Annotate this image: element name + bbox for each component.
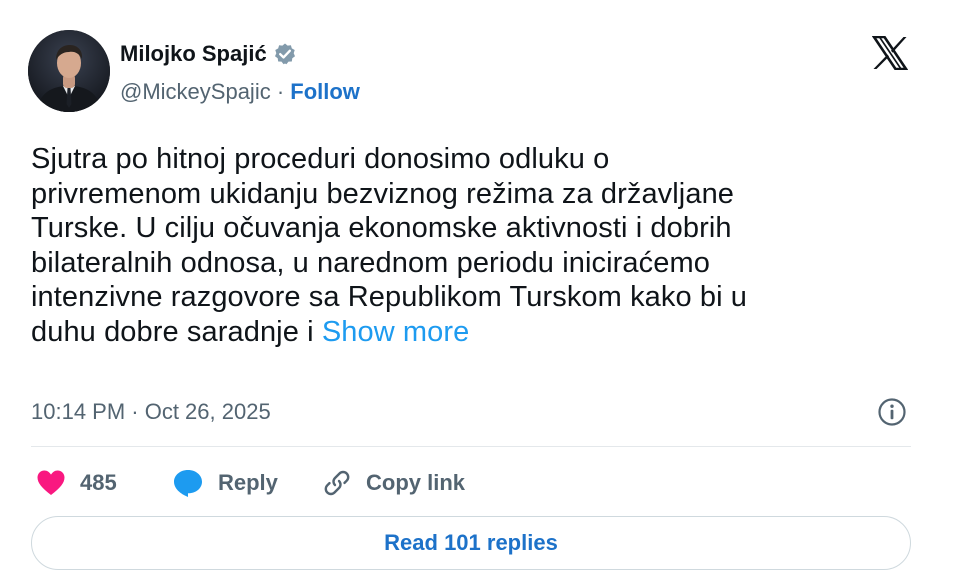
author-name-row: Milojko Spajić xyxy=(120,40,297,68)
reply-button[interactable]: Reply xyxy=(172,465,278,501)
like-button[interactable]: 485 xyxy=(36,465,117,501)
tweet-text-line: intenzivne razgovore sa Republikom Tursk… xyxy=(31,281,748,314)
heart-icon xyxy=(37,470,65,495)
tweet-text-line: privremenom ukidanju bezviznog režima za… xyxy=(31,177,735,210)
tweet-text-last-line: duhu dobre saradnje i Show more xyxy=(31,315,911,350)
info-icon[interactable] xyxy=(877,397,907,427)
avatar[interactable] xyxy=(28,30,110,112)
tweet-text-line: duhu dobre saradnje i xyxy=(31,315,322,348)
read-replies-button[interactable]: Read 101 replies xyxy=(31,516,911,570)
follow-button[interactable]: Follow xyxy=(290,79,360,104)
like-count: 485 xyxy=(80,470,117,495)
author-display-name[interactable]: Milojko Spajić xyxy=(120,40,267,68)
divider xyxy=(31,446,911,447)
show-more-link[interactable]: Show more xyxy=(322,316,470,348)
copy-link-label: Copy link xyxy=(366,470,466,495)
tweet-text-line: Sjutra po hitnoj proceduri donosimo odlu… xyxy=(31,143,610,175)
reply-label: Reply xyxy=(218,470,278,495)
tweet-card: Milojko Spajić @MickeySpajic · Follow Sj… xyxy=(0,0,953,588)
tweet-timestamp[interactable]: 10:14 PM · Oct 26, 2025 xyxy=(31,397,271,427)
copy-link-button[interactable]: Copy link xyxy=(322,465,465,501)
author-handle[interactable]: @MickeySpajic xyxy=(120,79,271,104)
verified-badge-icon xyxy=(273,42,297,66)
x-logo-icon[interactable] xyxy=(871,35,909,71)
tweet-text-line: Turske. U cilju očuvanja ekonomske aktiv… xyxy=(31,212,732,245)
reply-bubble-icon xyxy=(174,470,202,497)
tweet-text-line: bilateralnih odnosa, u narednom periodu … xyxy=(31,246,710,279)
tweet-text: Sjutra po hitnoj proceduri donosimo odlu… xyxy=(31,142,911,350)
handle-separator: · xyxy=(270,79,291,104)
author-handle-row: @MickeySpajic · Follow xyxy=(120,78,360,106)
link-icon xyxy=(324,470,350,496)
